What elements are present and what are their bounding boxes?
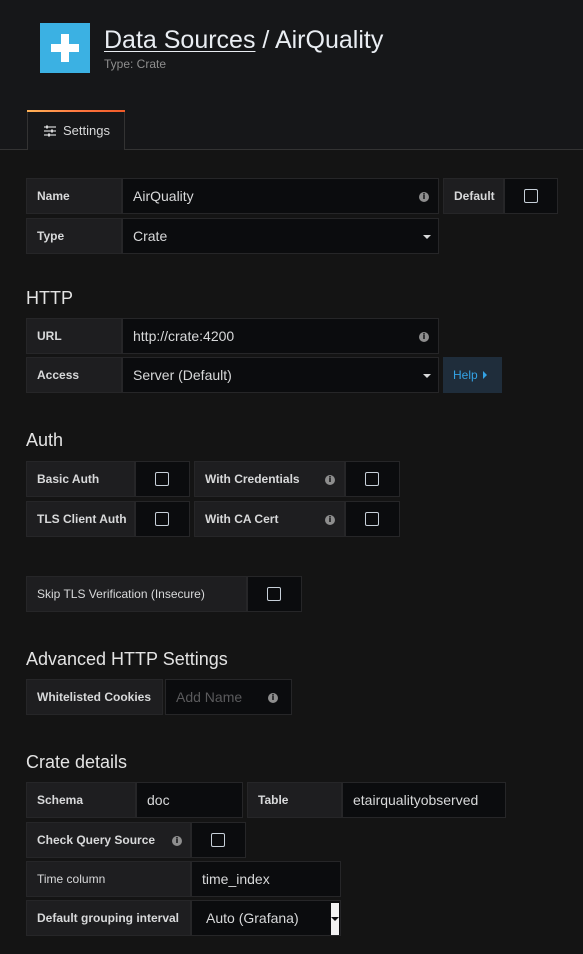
auth-section-title: Auth [26, 430, 64, 450]
check-query-source-checkbox[interactable] [211, 833, 225, 847]
sliders-icon [44, 125, 56, 137]
table-input[interactable]: etairqualityobserved [342, 782, 506, 818]
with-credentials-checkbox-wrapper [345, 461, 400, 497]
name-value: AirQuality [133, 188, 194, 204]
crate-logo [40, 23, 90, 73]
table-label: Table [247, 782, 342, 818]
info-icon[interactable]: i [172, 836, 182, 846]
default-label: Default [443, 178, 504, 214]
select-dropdown-handle[interactable] [331, 903, 339, 935]
access-value: Server (Default) [133, 367, 232, 383]
tls-client-auth-checkbox-wrapper [135, 501, 190, 537]
schema-input[interactable]: doc [136, 782, 243, 818]
basic-auth-checkbox-wrapper [135, 461, 190, 497]
info-icon[interactable]: i [419, 192, 429, 202]
url-label: URL [26, 318, 122, 354]
with-ca-cert-text: With CA Cert [205, 512, 279, 526]
tls-client-auth-checkbox[interactable] [155, 512, 169, 526]
type-value: Crate [133, 228, 168, 244]
schema-label: Schema [26, 782, 136, 818]
check-query-source-label: Check Query Source i [26, 822, 191, 858]
info-icon[interactable]: i [325, 515, 335, 525]
url-input[interactable]: http://crate:4200 i [122, 318, 439, 354]
info-icon[interactable]: i [419, 332, 429, 342]
url-value: http://crate:4200 [133, 328, 235, 344]
access-select[interactable]: Server (Default) [122, 357, 439, 393]
with-ca-cert-label: With CA Cert i [194, 501, 345, 537]
with-credentials-label: With Credentials i [194, 461, 345, 497]
help-label: Help [453, 368, 478, 382]
time-column-input[interactable]: time_index [191, 861, 341, 897]
add-cookie-input[interactable]: Add Name i [165, 679, 292, 715]
with-ca-cert-checkbox-wrapper [345, 501, 400, 537]
tls-client-auth-label: TLS Client Auth [26, 501, 135, 537]
grouping-interval-label: Default grouping interval [26, 900, 191, 936]
add-name-placeholder: Add Name [176, 689, 243, 705]
with-ca-cert-checkbox[interactable] [365, 512, 379, 526]
grouping-interval-value: Auto (Grafana) [206, 910, 299, 926]
name-input[interactable]: AirQuality i [122, 178, 439, 214]
name-label: Name [26, 178, 122, 214]
basic-auth-checkbox[interactable] [155, 472, 169, 486]
chevron-down-icon [423, 374, 431, 378]
default-checkbox[interactable] [524, 189, 538, 203]
default-checkbox-wrapper [504, 178, 558, 214]
help-button[interactable]: Help [443, 357, 502, 393]
advanced-section-title: Advanced HTTP Settings [26, 649, 228, 669]
chevron-down-icon [423, 235, 431, 239]
table-value: etairqualityobserved [353, 792, 479, 808]
page-title: Data Sources / AirQuality [104, 24, 383, 56]
whitelisted-cookies-label: Whitelisted Cookies [26, 679, 163, 715]
tab-settings[interactable]: Settings [27, 110, 125, 150]
breadcrumb-separator: / [262, 26, 270, 54]
basic-auth-label: Basic Auth [26, 461, 135, 497]
access-label: Access [26, 357, 122, 393]
type-label: Type [26, 218, 122, 254]
info-icon[interactable]: i [268, 693, 278, 703]
time-column-label: Time column [26, 861, 191, 897]
schema-value: doc [147, 792, 170, 808]
datasource-title: AirQuality [274, 26, 384, 54]
grouping-interval-select[interactable]: Auto (Grafana) [191, 900, 341, 936]
time-column-value: time_index [202, 871, 270, 887]
crate-section-title: Crate details [26, 752, 128, 772]
skip-tls-checkbox-wrapper [247, 576, 302, 612]
info-icon[interactable]: i [325, 475, 335, 485]
skip-tls-checkbox[interactable] [267, 587, 281, 601]
http-section-title: HTTP [26, 288, 73, 308]
chevron-down-icon [331, 917, 339, 921]
with-credentials-checkbox[interactable] [365, 472, 379, 486]
check-query-source-checkbox-wrapper [191, 822, 246, 858]
check-query-source-text: Check Query Source [37, 833, 156, 847]
caret-right-icon [482, 371, 487, 379]
skip-tls-label: Skip TLS Verification (Insecure) [26, 576, 247, 612]
page-subtitle: Type: Crate [104, 57, 167, 71]
with-credentials-text: With Credentials [205, 472, 300, 486]
type-select[interactable]: Crate [122, 218, 439, 254]
tab-settings-label: Settings [63, 123, 110, 138]
breadcrumb-data-sources-link[interactable]: Data Sources [104, 26, 255, 54]
